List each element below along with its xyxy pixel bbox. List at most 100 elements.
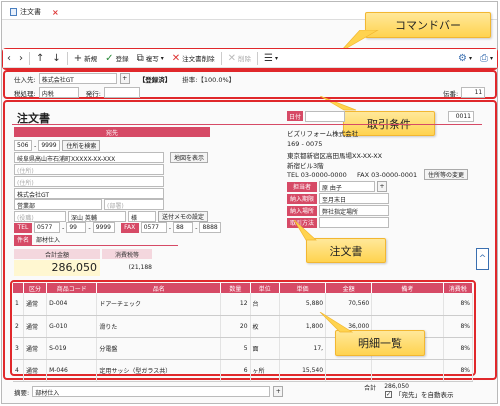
cell-unit[interactable]: 台 xyxy=(250,293,280,316)
col-unit[interactable]: 単位 xyxy=(250,283,280,293)
tab-order[interactable]: 注文書 × xyxy=(10,7,59,17)
cell-note[interactable] xyxy=(371,359,444,382)
add-supplier-button[interactable]: + xyxy=(119,73,130,84)
cell-kind[interactable]: 通常 xyxy=(23,293,48,316)
cell-qty[interactable]: 12 xyxy=(220,293,251,316)
zip-field[interactable]: 506 xyxy=(14,140,32,151)
cell-tax[interactable]: 8% xyxy=(443,359,474,382)
cell-unit[interactable]: 枚 xyxy=(250,315,280,338)
dept-value: 営業部 xyxy=(17,203,36,210)
cell-code[interactable]: S-019 xyxy=(46,337,98,360)
chevron-down-icon: ▾ xyxy=(274,54,278,62)
cut-button[interactable]: ✕ 削除 xyxy=(224,51,255,66)
cell-price[interactable]: 15,540 xyxy=(279,359,327,382)
cell-note[interactable] xyxy=(371,293,444,316)
supplier-select[interactable]: 株式会社GT xyxy=(38,73,117,84)
cell-tax[interactable]: 8% xyxy=(443,337,474,360)
memo-button[interactable]: 送付メモの設定 xyxy=(158,211,209,222)
scroll-up-button[interactable]: ^ xyxy=(476,248,489,270)
cell-name[interactable]: 滑りた xyxy=(96,315,222,338)
copy-button[interactable]: ⧉ 複写 ▾ xyxy=(133,51,168,66)
tax-select[interactable]: 内税 xyxy=(38,87,79,98)
delete-order-button[interactable]: ✕ 注文書削除 xyxy=(168,51,219,66)
print-button[interactable]: ⎙ ▾ xyxy=(476,51,497,66)
rep-row: 担当者 原 由子 + xyxy=(287,181,387,192)
add-summary-button[interactable]: + xyxy=(273,386,284,397)
cell-qty[interactable]: 5 xyxy=(220,337,251,360)
address-field[interactable]: 岐阜県高山市石浦町XXXXX-XX-XXX xyxy=(14,152,164,163)
forward-button[interactable]: › xyxy=(15,51,27,66)
zip2-field[interactable]: 9999 xyxy=(38,140,61,151)
cell-kind[interactable]: 通常 xyxy=(23,337,48,360)
settings-button[interactable]: ⚙ ▾ xyxy=(454,51,476,66)
cell-name[interactable]: 定用サッシ（型ガラス共） xyxy=(96,359,222,382)
tel1-field[interactable]: 0577 xyxy=(34,222,60,233)
company-field[interactable]: 株式会社GT xyxy=(14,188,164,199)
col-price[interactable]: 単価 xyxy=(279,283,327,293)
honorific-select[interactable]: 様 xyxy=(128,211,156,222)
cell-tax[interactable]: 8% xyxy=(443,315,474,338)
cell-name[interactable]: 分電盤 xyxy=(96,337,222,360)
add-rep-button[interactable]: + xyxy=(377,181,387,192)
deadline-field[interactable]: 至月末日 xyxy=(319,193,389,204)
fax2-field[interactable]: 88 xyxy=(173,222,194,233)
cell-kind[interactable]: 通常 xyxy=(23,359,48,382)
dept2-field[interactable]: (部署) xyxy=(104,199,164,210)
new-button[interactable]: + 新規 xyxy=(70,51,101,66)
back-button[interactable]: ‹ xyxy=(3,51,15,66)
up-button[interactable]: ↑ xyxy=(32,51,48,66)
address3-field[interactable]: (住所) xyxy=(14,176,164,187)
cell-price[interactable]: 17, xyxy=(279,337,327,360)
subject-field[interactable]: 部材仕入 xyxy=(34,234,204,245)
cell-code[interactable]: D-004 xyxy=(46,293,98,316)
summary-select[interactable]: 部材仕入 xyxy=(32,386,271,397)
menu-button[interactable]: ☰ ▾ xyxy=(260,51,282,66)
cell-qty[interactable]: 6 xyxy=(220,359,251,382)
col-code[interactable]: 商品コード xyxy=(46,283,98,293)
fax3-field[interactable]: 8888 xyxy=(199,222,222,233)
tel2-field[interactable]: 99 xyxy=(66,222,87,233)
cell-code[interactable]: M-046 xyxy=(46,359,98,382)
address2-field[interactable]: (住所) xyxy=(14,164,164,175)
col-amount[interactable]: 金額 xyxy=(325,283,373,293)
dash: - xyxy=(34,141,37,150)
address-search-button[interactable]: 住所を検索 xyxy=(62,140,101,151)
down-button[interactable]: ↓ xyxy=(48,51,64,66)
issue-select[interactable] xyxy=(103,87,140,98)
cell-unit[interactable]: 面 xyxy=(250,337,280,360)
map-button[interactable]: 地図を表示 xyxy=(170,152,209,163)
col-kind[interactable]: 区分 xyxy=(23,283,48,293)
col-qty[interactable]: 数量 xyxy=(220,283,251,293)
place-field[interactable]: 弊社指定場所 xyxy=(319,205,389,216)
cell-code[interactable]: G-010 xyxy=(46,315,98,338)
cell-tax[interactable]: 8% xyxy=(443,293,474,316)
address-change-button[interactable]: 住所等の変更 xyxy=(424,169,469,180)
table-row[interactable]: 4 通常 M-046 定用サッシ（型ガラス共） 6 ヶ所 15,540 8% xyxy=(13,359,474,382)
auto-display-row: ✓ 「宛先」を自動表示 xyxy=(385,389,454,399)
close-icon[interactable]: × xyxy=(52,8,59,17)
register-button[interactable]: ✓ 登録 xyxy=(101,51,132,66)
dept-field[interactable]: 営業部 xyxy=(14,199,102,210)
count-field[interactable]: 11 xyxy=(461,87,486,98)
person-field[interactable]: 深山 英輔 xyxy=(68,211,126,222)
date-field[interactable] xyxy=(305,111,345,122)
tel3-field[interactable]: 9999 xyxy=(92,222,115,233)
cell-kind[interactable]: 通常 xyxy=(23,315,48,338)
rep-select[interactable]: 原 由子 xyxy=(319,181,375,192)
col-note[interactable]: 備考 xyxy=(371,283,444,293)
cell-amount[interactable] xyxy=(325,359,373,382)
tel-label-text: TEL xyxy=(17,224,29,231)
auto-display-checkbox[interactable]: ✓ xyxy=(385,390,392,398)
fax-label-text: FAX xyxy=(124,224,136,231)
title-field[interactable]: (役職) xyxy=(14,211,66,222)
divider xyxy=(66,51,68,65)
order-no-field[interactable]: 0011 xyxy=(448,111,474,122)
cell-name[interactable]: ドアーチェック xyxy=(96,293,222,316)
payment-field[interactable] xyxy=(319,217,389,228)
col-name[interactable]: 品名 xyxy=(96,283,222,293)
cell-qty[interactable]: 20 xyxy=(220,315,251,338)
fax1-field[interactable]: 0577 xyxy=(140,222,167,233)
col-tax[interactable]: 消費税 xyxy=(443,283,474,293)
table-row[interactable]: 1 通常 D-004 ドアーチェック 12 台 5,880 70,560 8% xyxy=(13,293,474,316)
cell-unit[interactable]: ヶ所 xyxy=(250,359,280,382)
